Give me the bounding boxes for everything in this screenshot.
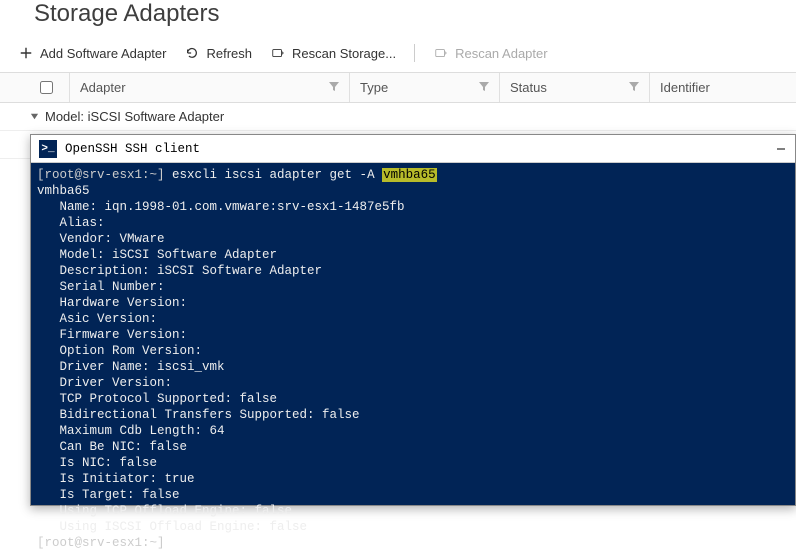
rescan-storage-label: Rescan Storage... [292, 46, 396, 61]
col-checkbox[interactable] [30, 73, 70, 102]
output-adapter-name: vmhba65 [37, 184, 90, 198]
filter-icon[interactable] [479, 80, 489, 95]
select-all-checkbox[interactable] [40, 81, 53, 94]
command-text: esxcli iscsi adapter get -A [172, 168, 382, 182]
terminal-title: OpenSSH SSH client [65, 141, 200, 157]
terminal-output: Name: iqn.1998-01.com.vmware:srv-esx1-14… [37, 200, 405, 534]
collapse-icon[interactable] [30, 109, 39, 124]
terminal-titlebar[interactable]: >_ OpenSSH SSH client [31, 135, 795, 163]
group-row[interactable]: Model: iSCSI Software Adapter [0, 103, 796, 131]
prompt: [root@srv-esx1:~] [37, 168, 172, 182]
rescan-adapter-label: Rescan Adapter [455, 46, 548, 61]
col-identifier[interactable]: Identifier [650, 73, 796, 102]
col-adapter[interactable]: Adapter [70, 73, 350, 102]
add-label: Add Software Adapter [40, 46, 166, 61]
plus-icon [18, 45, 34, 61]
table-header: Adapter Type Status Identifier [0, 73, 796, 103]
prompt: [root@srv-esx1:~] [37, 536, 165, 550]
col-type[interactable]: Type [350, 73, 500, 102]
col-type-label: Type [360, 80, 388, 95]
command-arg-highlight: vmhba65 [382, 168, 437, 182]
refresh-icon [184, 45, 200, 61]
powershell-icon: >_ [39, 140, 57, 158]
group-label: Model: iSCSI Software Adapter [45, 109, 224, 124]
terminal-window: >_ OpenSSH SSH client [root@srv-esx1:~] … [30, 134, 796, 506]
add-software-adapter-button[interactable]: Add Software Adapter [18, 45, 166, 61]
col-expand [0, 73, 30, 102]
rescan-adapter-icon [433, 45, 449, 61]
toolbar: Add Software Adapter Refresh Rescan Stor… [0, 38, 796, 73]
col-adapter-label: Adapter [80, 80, 126, 95]
rescan-adapter-button: Rescan Adapter [433, 45, 548, 61]
filter-icon[interactable] [629, 80, 639, 95]
refresh-button[interactable]: Refresh [184, 45, 252, 61]
rescan-storage-icon [270, 45, 286, 61]
refresh-label: Refresh [206, 46, 252, 61]
page-title: Storage Adapters [0, 0, 796, 38]
col-status-label: Status [510, 80, 547, 95]
rescan-storage-button[interactable]: Rescan Storage... [270, 45, 396, 61]
terminal-body[interactable]: [root@srv-esx1:~] esxcli iscsi adapter g… [31, 163, 795, 555]
minimize-icon[interactable] [775, 140, 787, 157]
col-identifier-label: Identifier [660, 80, 710, 95]
toolbar-separator [414, 44, 415, 62]
col-status[interactable]: Status [500, 73, 650, 102]
filter-icon[interactable] [329, 80, 339, 95]
